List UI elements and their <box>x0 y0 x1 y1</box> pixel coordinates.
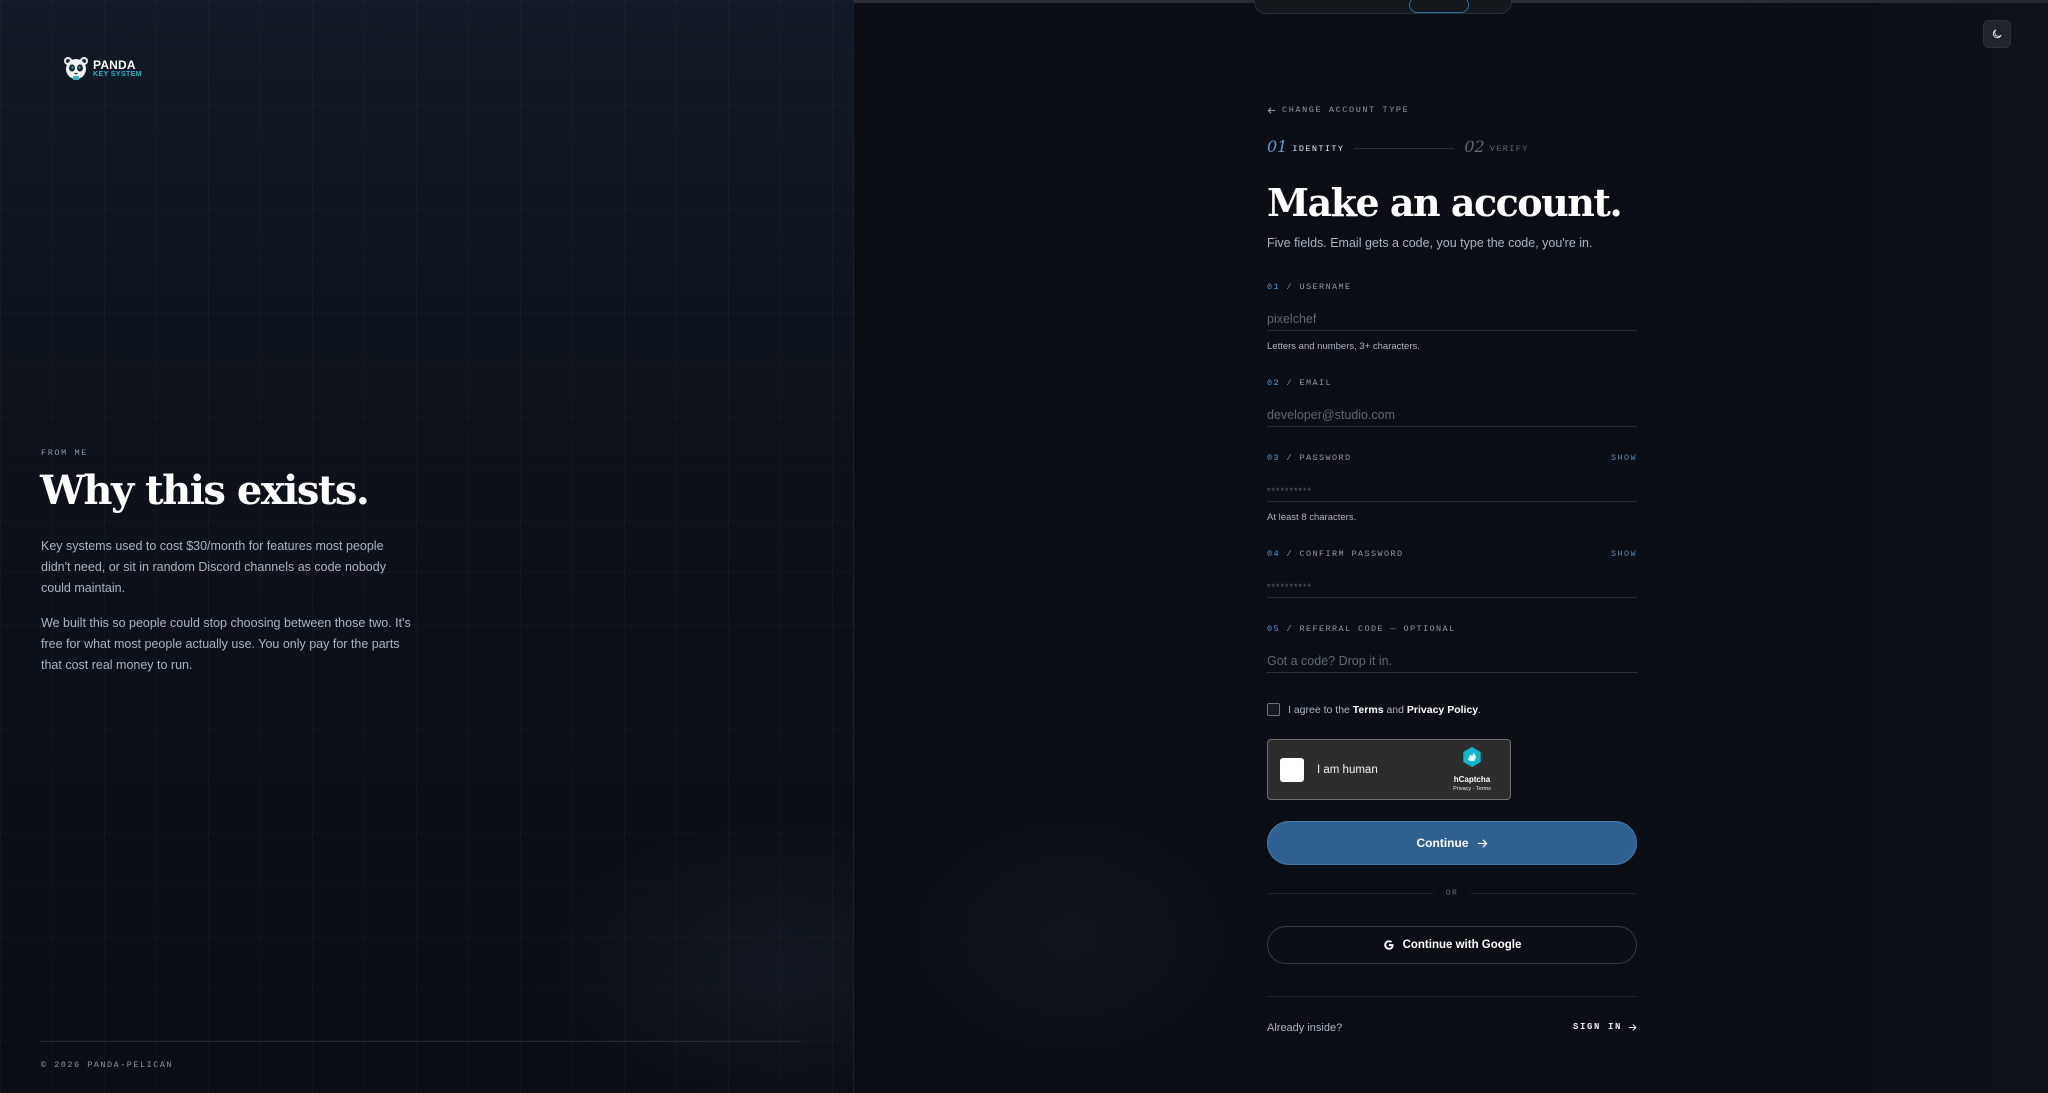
intro-paragraph-1: Key systems used to cost $30/month for f… <box>41 539 386 595</box>
intro-paragraph-2: We built this so people could stop choos… <box>41 616 411 672</box>
arrow-right-icon <box>1628 1023 1637 1031</box>
theme-toggle-button[interactable] <box>1983 20 2011 48</box>
continue-label: Continue <box>1416 836 1469 850</box>
section-title: Why this exists. <box>40 467 370 514</box>
moon-icon <box>1992 29 2002 39</box>
password-field-group: 03 / PASSWORD SHOW At least 8 characters… <box>1267 453 1637 523</box>
hcaptcha-widget: I am human hCaptcha Privacy - Terms <box>1267 739 1511 800</box>
captcha-brand: hCaptcha Privacy - Terms <box>1442 746 1502 792</box>
background-edge-shade <box>1728 0 2048 1093</box>
show-password-button[interactable]: SHOW <box>1611 453 1637 463</box>
page-title: Make an account. <box>1267 180 1623 225</box>
google-icon <box>1383 940 1394 950</box>
step-2-number: 02 <box>1464 137 1485 156</box>
confirm-password-field-group: 04 / CONFIRM PASSWORD SHOW <box>1267 549 1637 598</box>
brand-name: PANDA <box>93 57 136 72</box>
password-hint: At least 8 characters. <box>1267 512 1357 523</box>
confirm-password-label: 04 / CONFIRM PASSWORD <box>1267 549 1404 559</box>
email-label: 02 / EMAIL <box>1267 378 1333 388</box>
or-label: OR <box>1445 889 1459 898</box>
popup-button[interactable] <box>1409 0 1469 13</box>
brand-logo[interactable]: PANDA KEY SYSTEM <box>62 54 142 82</box>
sign-in-link[interactable]: SIGN IN <box>1573 1022 1637 1032</box>
footer-divider <box>1267 996 1637 997</box>
terms-checkbox[interactable] <box>1267 703 1280 716</box>
username-label: 01 / USERNAME <box>1267 282 1352 292</box>
captcha-brand-name: hCaptcha <box>1453 775 1491 784</box>
continue-button[interactable]: Continue <box>1267 821 1637 865</box>
username-field-group: 01 / USERNAME Letters and numbers, 3+ ch… <box>1267 282 1637 352</box>
arrow-left-icon <box>1267 106 1276 114</box>
sign-in-label: SIGN IN <box>1572 1022 1622 1032</box>
privacy-policy-link[interactable]: Privacy Policy <box>1407 704 1478 716</box>
captcha-checkbox[interactable] <box>1280 758 1304 782</box>
referral-input[interactable] <box>1267 650 1637 673</box>
confirm-password-input[interactable] <box>1267 575 1637 598</box>
google-label: Continue with Google <box>1402 939 1522 951</box>
password-input[interactable] <box>1267 479 1637 502</box>
panda-logo-icon <box>64 57 88 80</box>
change-account-type-link[interactable]: CHANGE ACCOUNT TYPE <box>1267 105 1409 115</box>
step-indicator: 01 IDENTITY 02 VERIFY <box>1267 137 1637 156</box>
already-inside-text: Already inside? <box>1267 1022 1343 1034</box>
email-field-group: 02 / EMAIL <box>1267 378 1637 427</box>
step-1-number: 01 <box>1267 137 1288 156</box>
background-glow-right <box>860 780 1280 1093</box>
left-panel: PANDA KEY SYSTEM FROM ME Why this exists… <box>0 0 854 1093</box>
arrow-right-icon <box>1477 838 1488 848</box>
top-popup <box>1254 0 1512 14</box>
email-input[interactable] <box>1267 404 1637 427</box>
or-divider: OR <box>1267 889 1638 898</box>
referral-field-group: 05 / REFERRAL CODE — OPTIONAL <box>1267 624 1637 673</box>
background-glow <box>530 820 853 1093</box>
terms-link[interactable]: Terms <box>1353 704 1384 716</box>
page-subtitle: Five fields. Email gets a code, you type… <box>1267 236 1593 250</box>
back-link-label: CHANGE ACCOUNT TYPE <box>1282 105 1410 115</box>
step-1-label: IDENTITY <box>1292 144 1345 154</box>
terms-agreement: I agree to the Terms and Privacy Policy. <box>1267 703 1481 716</box>
section-eyebrow: FROM ME <box>41 448 88 458</box>
username-hint: Letters and numbers, 3+ characters. <box>1267 341 1420 352</box>
show-confirm-password-button[interactable]: SHOW <box>1611 549 1637 559</box>
google-signin-button[interactable]: Continue with Google <box>1267 926 1637 964</box>
step-2-label: VERIFY <box>1489 144 1529 154</box>
brand-tagline: KEY SYSTEM <box>93 70 142 78</box>
referral-label: 05 / REFERRAL CODE — OPTIONAL <box>1267 624 1456 634</box>
captcha-links[interactable]: Privacy - Terms <box>1442 786 1502 792</box>
step-connector <box>1354 148 1455 149</box>
password-label: 03 / PASSWORD <box>1267 453 1352 463</box>
hcaptcha-logo-icon <box>1463 746 1481 768</box>
username-input[interactable] <box>1267 308 1637 331</box>
copyright-text: © 2026 PANDA-PELICAN <box>41 1060 174 1070</box>
terms-text: I agree to the Terms and Privacy Policy. <box>1288 703 1482 716</box>
captcha-label: I am human <box>1317 764 1378 776</box>
footer-divider <box>41 1041 801 1042</box>
